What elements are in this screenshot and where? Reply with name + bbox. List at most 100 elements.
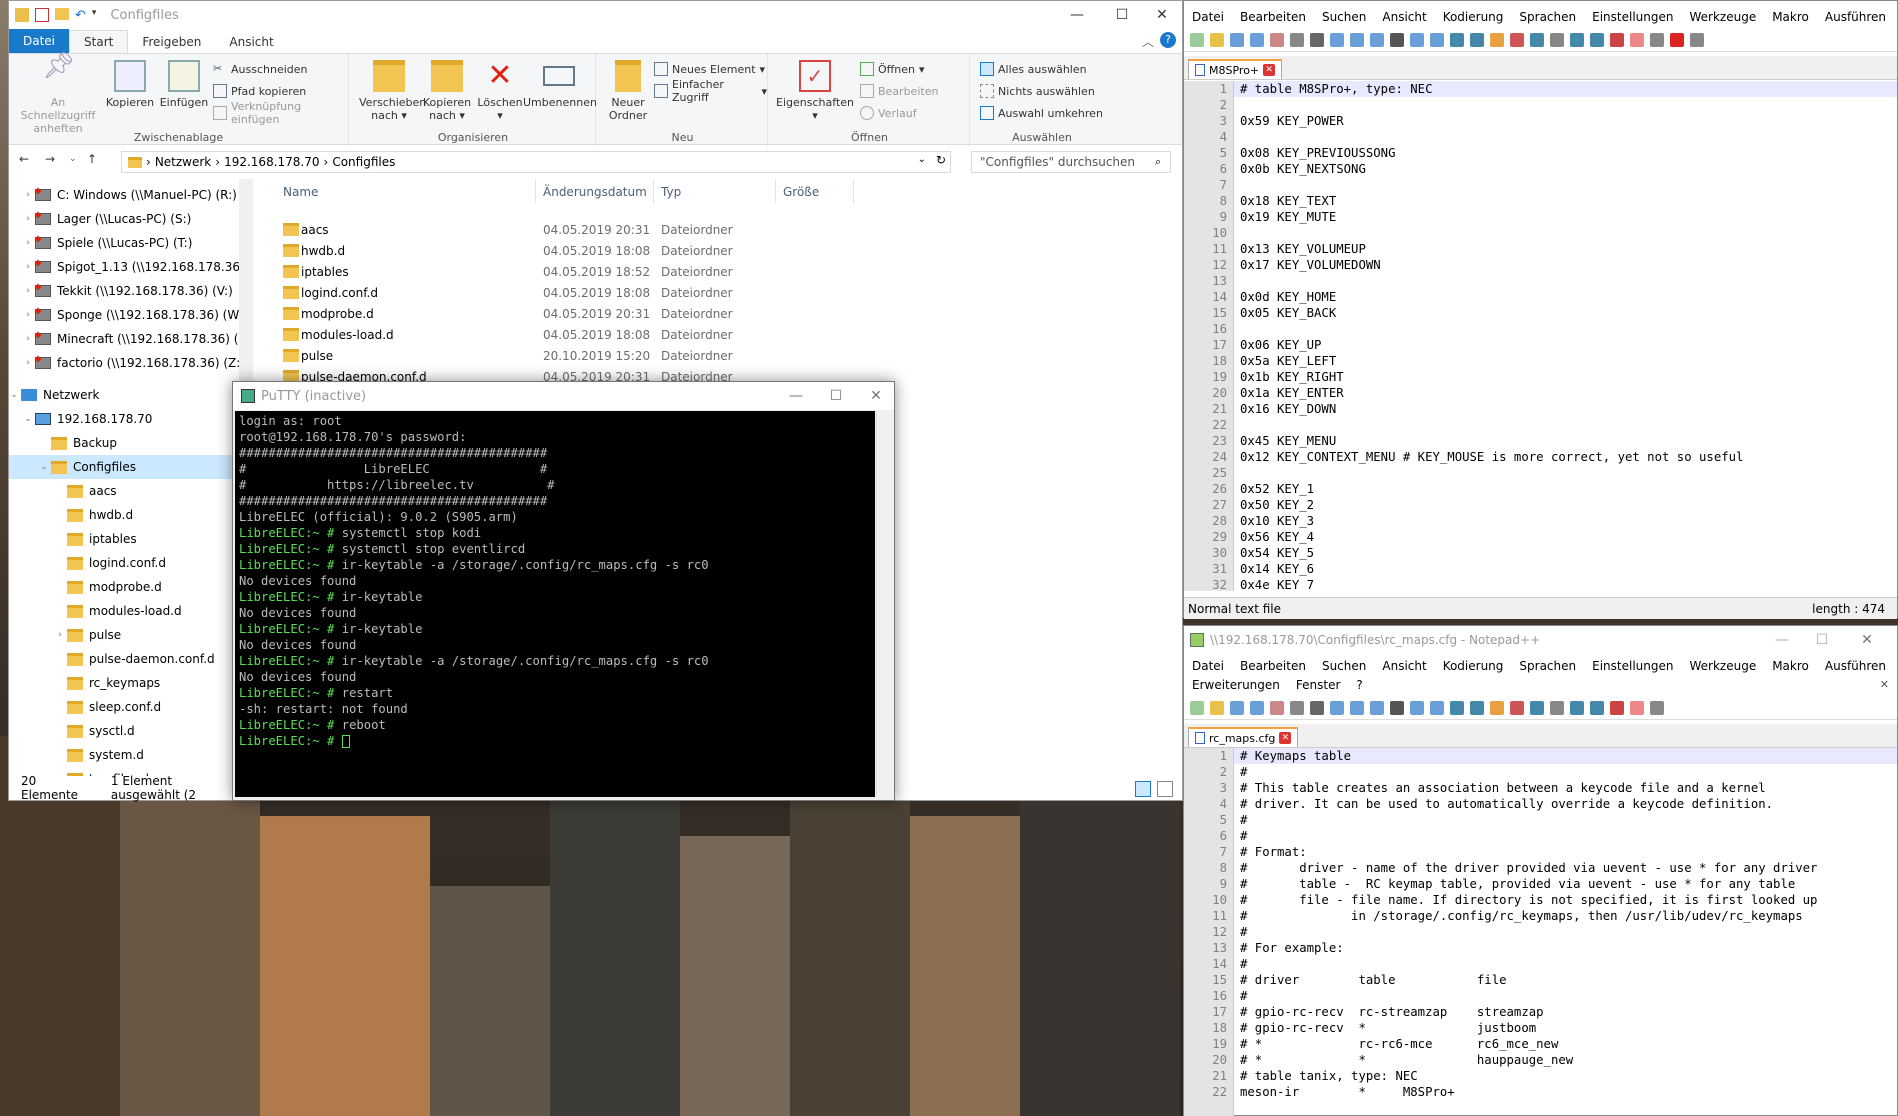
indent-guide-icon[interactable]: [1570, 700, 1584, 715]
rename-button[interactable]: Umbenennen: [523, 60, 597, 109]
cut-button[interactable]: ✂ Ausschneiden: [213, 60, 308, 78]
select-all-button[interactable]: Alles auswählen: [980, 60, 1087, 78]
tab-file[interactable]: Datei: [9, 29, 70, 53]
nav-item[interactable]: › Minecraft (\\192.168.178.36) (X:): [9, 327, 249, 351]
print-icon[interactable]: [1310, 32, 1324, 47]
breadcrumb-network[interactable]: Netzwerk: [155, 155, 211, 169]
nav-item[interactable]: › Sponge (\\192.168.178.36) (W:): [9, 303, 249, 327]
menu-item[interactable]: Sprachen: [1511, 10, 1584, 24]
zoom-out-icon[interactable]: [1490, 32, 1504, 47]
address-dropdown-icon[interactable]: ⌄: [918, 154, 926, 165]
nav-item[interactable]: › Lager (\\Lucas-PC) (S:): [9, 207, 249, 231]
tab-rc-maps[interactable]: rc_maps.cfg ✕: [1188, 727, 1299, 747]
close-button[interactable]: ✕: [853, 382, 899, 410]
menu-item[interactable]: Werkzeuge: [1681, 10, 1764, 24]
func-list-icon[interactable]: [1630, 32, 1644, 47]
expand-chevron-icon[interactable]: ⌄: [21, 414, 35, 424]
notepadpp-window-bottom[interactable]: \\192.168.178.70\Configfiles\rc_maps.cfg…: [1183, 625, 1898, 1116]
nav-item[interactable]: logind.conf.d: [9, 551, 249, 575]
tab-share[interactable]: Freigeben: [128, 31, 215, 53]
zoom-in-icon[interactable]: [1470, 32, 1484, 47]
show-all-icon[interactable]: [1550, 32, 1564, 47]
back-icon[interactable]: ←: [19, 152, 29, 166]
terminal-output[interactable]: login as: root root@192.168.178.70's pass…: [235, 411, 875, 797]
folder-workspace-icon[interactable]: [1650, 32, 1664, 47]
menu-item[interactable]: Ausführen: [1817, 659, 1894, 673]
refresh-icon[interactable]: ↻: [936, 153, 946, 167]
expand-chevron-icon[interactable]: ›: [21, 334, 35, 344]
nav-item[interactable]: iptables: [9, 527, 249, 551]
paste-button[interactable]: Einfügen: [159, 60, 209, 109]
nav-item[interactable]: hwdb.d: [9, 503, 249, 527]
terminal-scrollbar[interactable]: [876, 411, 892, 797]
print-icon[interactable]: [1310, 700, 1324, 715]
menu-item[interactable]: Datei: [1184, 659, 1232, 673]
menu-item[interactable]: Werkzeuge: [1681, 659, 1764, 673]
new-item-button[interactable]: Neues Element ▾: [654, 60, 765, 78]
minimize-button[interactable]: —: [1054, 1, 1100, 29]
close-all-icon[interactable]: [1290, 700, 1304, 715]
file-row[interactable]: hwdb.d 04.05.2019 18:08 Dateiordner: [271, 240, 891, 261]
column-name[interactable]: Name: [283, 185, 318, 199]
editor[interactable]: 1 2 3 4 5 6 7 8 9 10 11 12 13 14 15 16 1…: [1184, 748, 1897, 1116]
doc-map-icon[interactable]: [1610, 700, 1624, 715]
copy-path-button[interactable]: Pfad kopieren: [213, 82, 306, 100]
expand-chevron-icon[interactable]: ›: [21, 238, 35, 248]
menu-item[interactable]: Suchen: [1314, 659, 1374, 673]
new-file-icon[interactable]: [1190, 32, 1204, 47]
new-folder-button[interactable]: Neuer Ordner: [606, 60, 650, 122]
maximize-button[interactable]: ☐: [1799, 626, 1845, 654]
expand-chevron-icon[interactable]: ›: [21, 214, 35, 224]
close-doc-icon[interactable]: ✕: [1880, 678, 1889, 691]
close-icon[interactable]: [1270, 32, 1284, 47]
zoom-in-icon[interactable]: [1470, 700, 1484, 715]
folder-workspace-icon[interactable]: [1650, 700, 1664, 715]
move-to-button[interactable]: Verschieben nach ▾: [359, 60, 426, 122]
close-button[interactable]: ✕: [1139, 1, 1185, 29]
easy-access-button[interactable]: Einfacher Zugriff ▾: [654, 78, 767, 104]
tab-start[interactable]: Start: [69, 30, 129, 53]
column-size[interactable]: Größe: [783, 185, 819, 199]
wrap-icon[interactable]: [1530, 32, 1544, 47]
invert-selection-button[interactable]: Auswahl umkehren: [980, 104, 1103, 122]
save-all-icon[interactable]: [1250, 32, 1264, 47]
redo-icon[interactable]: [1410, 32, 1424, 47]
menu-item[interactable]: Makro: [1764, 10, 1817, 24]
undo-icon[interactable]: ↶: [75, 8, 86, 23]
menu-item[interactable]: Ansicht: [1374, 10, 1434, 24]
menu-item[interactable]: Einstellungen: [1584, 659, 1681, 673]
forward-icon[interactable]: →: [45, 152, 55, 166]
select-none-button[interactable]: Nichts auswählen: [980, 82, 1095, 100]
new-file-icon[interactable]: [1190, 700, 1204, 715]
nav-item[interactable]: › pulse: [9, 623, 249, 647]
menu-item[interactable]: Makro: [1764, 659, 1817, 673]
editor[interactable]: 1 2 3 4 5 6 7 8 9 10 11 12 13 14 15 16 1…: [1184, 81, 1897, 591]
expand-chevron-icon[interactable]: ›: [21, 310, 35, 320]
tab-m8spro[interactable]: M8SPro+ ✕: [1188, 59, 1283, 79]
file-row[interactable]: modules-load.d 04.05.2019 18:08 Dateiordne…: [271, 324, 891, 345]
pin-quick-access-button[interactable]: 📌︎ An Schnellzugriff anheften: [15, 53, 101, 135]
chevron-down-icon[interactable]: ▾: [92, 8, 97, 23]
column-type[interactable]: Typ: [661, 185, 681, 199]
close-button[interactable]: ✕: [1844, 626, 1890, 654]
putty-titlebar[interactable]: PuTTY (inactive) — ☐ ✕: [233, 382, 894, 410]
save-all-icon[interactable]: [1250, 700, 1264, 715]
open-button[interactable]: Öffnen ▾: [860, 60, 924, 78]
record-macro-icon[interactable]: [1670, 32, 1684, 47]
cut-icon[interactable]: [1330, 700, 1344, 715]
func-list-icon[interactable]: [1630, 700, 1644, 715]
zoom-out-icon[interactable]: [1490, 700, 1504, 715]
file-row[interactable]: aacs 04.05.2019 20:31 Dateiordner: [271, 219, 891, 240]
menu-item[interactable]: Ansicht: [1374, 659, 1434, 673]
redo-icon[interactable]: [1410, 700, 1424, 715]
expand-chevron-icon[interactable]: ›: [21, 286, 35, 296]
nav-item[interactable]: sysctl.d: [9, 719, 249, 743]
paste-icon[interactable]: [1370, 32, 1384, 47]
menu-item[interactable]: Kodierung: [1435, 659, 1512, 673]
new-folder-icon[interactable]: [55, 7, 69, 20]
close-tab-icon[interactable]: ✕: [1279, 732, 1292, 744]
menu-item[interactable]: Einstellungen: [1584, 10, 1681, 24]
expand-chevron-icon[interactable]: ›: [21, 358, 35, 368]
check-icon[interactable]: [35, 7, 49, 22]
nav-item[interactable]: › C: Windows (\\Manuel-PC) (R:): [9, 183, 249, 207]
